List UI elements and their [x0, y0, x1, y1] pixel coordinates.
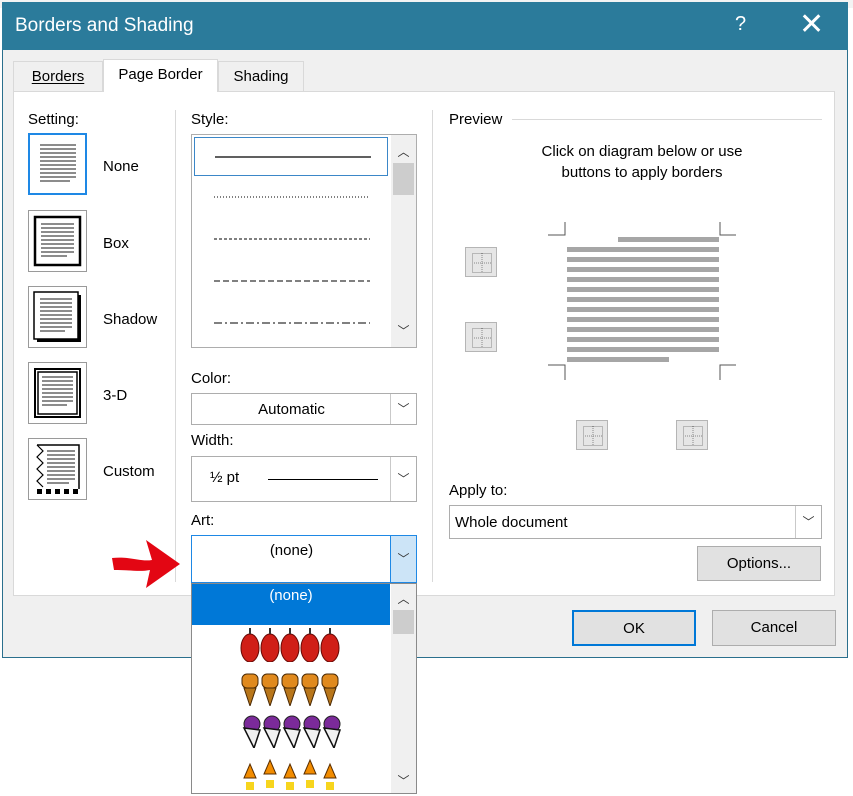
setting-none-icon: [34, 139, 81, 189]
setting-3d-label: 3-D: [103, 387, 128, 404]
tab-page-border-label: Page Border: [118, 66, 203, 83]
art-option-none-label: (none): [269, 587, 313, 604]
art-header: Art:: [191, 512, 215, 529]
style-header: Style:: [191, 111, 229, 128]
art-combo[interactable]: (none) ﹀: [191, 535, 417, 583]
tab-page-border[interactable]: Page Border: [103, 59, 218, 92]
close-button[interactable]: ✕: [799, 8, 824, 42]
style-item-solid[interactable]: [194, 137, 388, 176]
style-list[interactable]: ︿ ﹀: [191, 134, 417, 348]
setting-custom-label: Custom: [103, 463, 155, 480]
setting-none-button[interactable]: [28, 133, 87, 195]
setting-box-button[interactable]: [28, 210, 87, 272]
annotation-arrow-icon: [112, 540, 180, 588]
width-header: Width:: [191, 432, 234, 449]
setting-none-label: None: [103, 158, 139, 175]
style-item-dashed[interactable]: [194, 263, 388, 300]
setting-shadow-icon: [33, 291, 81, 342]
chevron-down-icon[interactable]: ﹀: [390, 536, 416, 582]
style-item-dotted[interactable]: [194, 179, 388, 216]
preview-header: Preview: [449, 111, 503, 128]
tab-borders[interactable]: Borders: [13, 61, 103, 91]
setting-3d-icon: [34, 368, 81, 418]
scroll-down-icon[interactable]: ﹀: [391, 772, 416, 789]
border-top-icon: [472, 253, 492, 273]
ice-cream-cones-art-icon[interactable]: [240, 670, 344, 706]
help-button[interactable]: ?: [735, 13, 746, 36]
setting-3d-button[interactable]: [28, 362, 87, 424]
art-dropdown-list[interactable]: (none) ︿ ﹀: [191, 583, 417, 794]
width-line-sample: [268, 479, 378, 480]
cancel-button[interactable]: Cancel: [712, 610, 836, 646]
setting-header: Setting:: [28, 111, 79, 128]
preview-instruction-1: Click on diagram below or use: [541, 143, 743, 160]
art-option-none[interactable]: (none): [192, 584, 390, 625]
separator-setting: [175, 110, 176, 582]
border-left-icon: [583, 426, 603, 446]
art-value: (none): [269, 542, 314, 559]
setting-shadow-label: Shadow: [103, 311, 158, 328]
chevron-down-icon[interactable]: ﹀: [390, 394, 416, 424]
options-label: Options...: [726, 555, 792, 572]
apply-to-combo[interactable]: Whole document ﹀: [449, 505, 822, 539]
preview-instruction-2: buttons to apply borders: [561, 164, 723, 181]
border-right-icon: [683, 426, 703, 446]
color-combo[interactable]: Automatic ﹀: [191, 393, 417, 425]
chevron-down-icon[interactable]: ﹀: [390, 457, 416, 501]
border-left-button[interactable]: [576, 420, 608, 450]
style-item-dash-dot[interactable]: [194, 305, 388, 342]
dialog-titlebar: Borders and Shading ? ✕: [2, 2, 848, 50]
apply-to-header: Apply to:: [449, 482, 508, 499]
width-combo[interactable]: ½ pt ﹀: [191, 456, 417, 502]
art-scrollbar[interactable]: ︿ ﹀: [391, 584, 416, 793]
setting-box-label: Box: [103, 235, 129, 252]
chevron-down-icon[interactable]: ﹀: [795, 506, 821, 538]
cancel-label: Cancel: [750, 619, 798, 636]
apples-art-icon[interactable]: [240, 626, 344, 662]
color-value: Automatic: [258, 401, 325, 418]
style-scrollbar[interactable]: ︿ ﹀: [391, 135, 416, 347]
tab-shading-label: Shading: [233, 68, 289, 85]
style-scroll-thumb[interactable]: [393, 163, 414, 195]
ok-button[interactable]: OK: [572, 610, 696, 646]
scroll-up-icon[interactable]: ︿: [391, 143, 416, 160]
ok-label: OK: [623, 620, 645, 637]
dialog-title: Borders and Shading: [15, 15, 194, 36]
border-bottom-icon: [472, 328, 492, 348]
preview-diagram[interactable]: [548, 222, 738, 382]
tab-borders-label: Borders: [31, 68, 85, 85]
art-scroll-thumb[interactable]: [393, 610, 414, 634]
border-bottom-button[interactable]: [465, 322, 497, 352]
scroll-down-icon[interactable]: ﹀: [391, 322, 416, 339]
setting-custom-button[interactable]: [28, 438, 87, 500]
setting-custom-icon: [36, 444, 80, 494]
preview-header-rule: [512, 119, 822, 120]
border-top-button[interactable]: [465, 247, 497, 277]
style-item-dashed-small[interactable]: [194, 221, 388, 258]
scroll-up-icon[interactable]: ︿: [391, 590, 416, 607]
setting-shadow-button[interactable]: [28, 286, 87, 348]
tab-shading[interactable]: Shading: [218, 61, 304, 91]
apply-to-value: Whole document: [455, 514, 568, 531]
fruit-art-icon[interactable]: [240, 712, 344, 748]
width-value: ½ pt: [210, 469, 240, 486]
color-header: Color:: [191, 370, 232, 387]
border-right-button[interactable]: [676, 420, 708, 450]
setting-box-icon: [33, 215, 82, 267]
candy-corn-art-icon[interactable]: [240, 756, 344, 792]
options-button[interactable]: Options...: [697, 546, 821, 581]
